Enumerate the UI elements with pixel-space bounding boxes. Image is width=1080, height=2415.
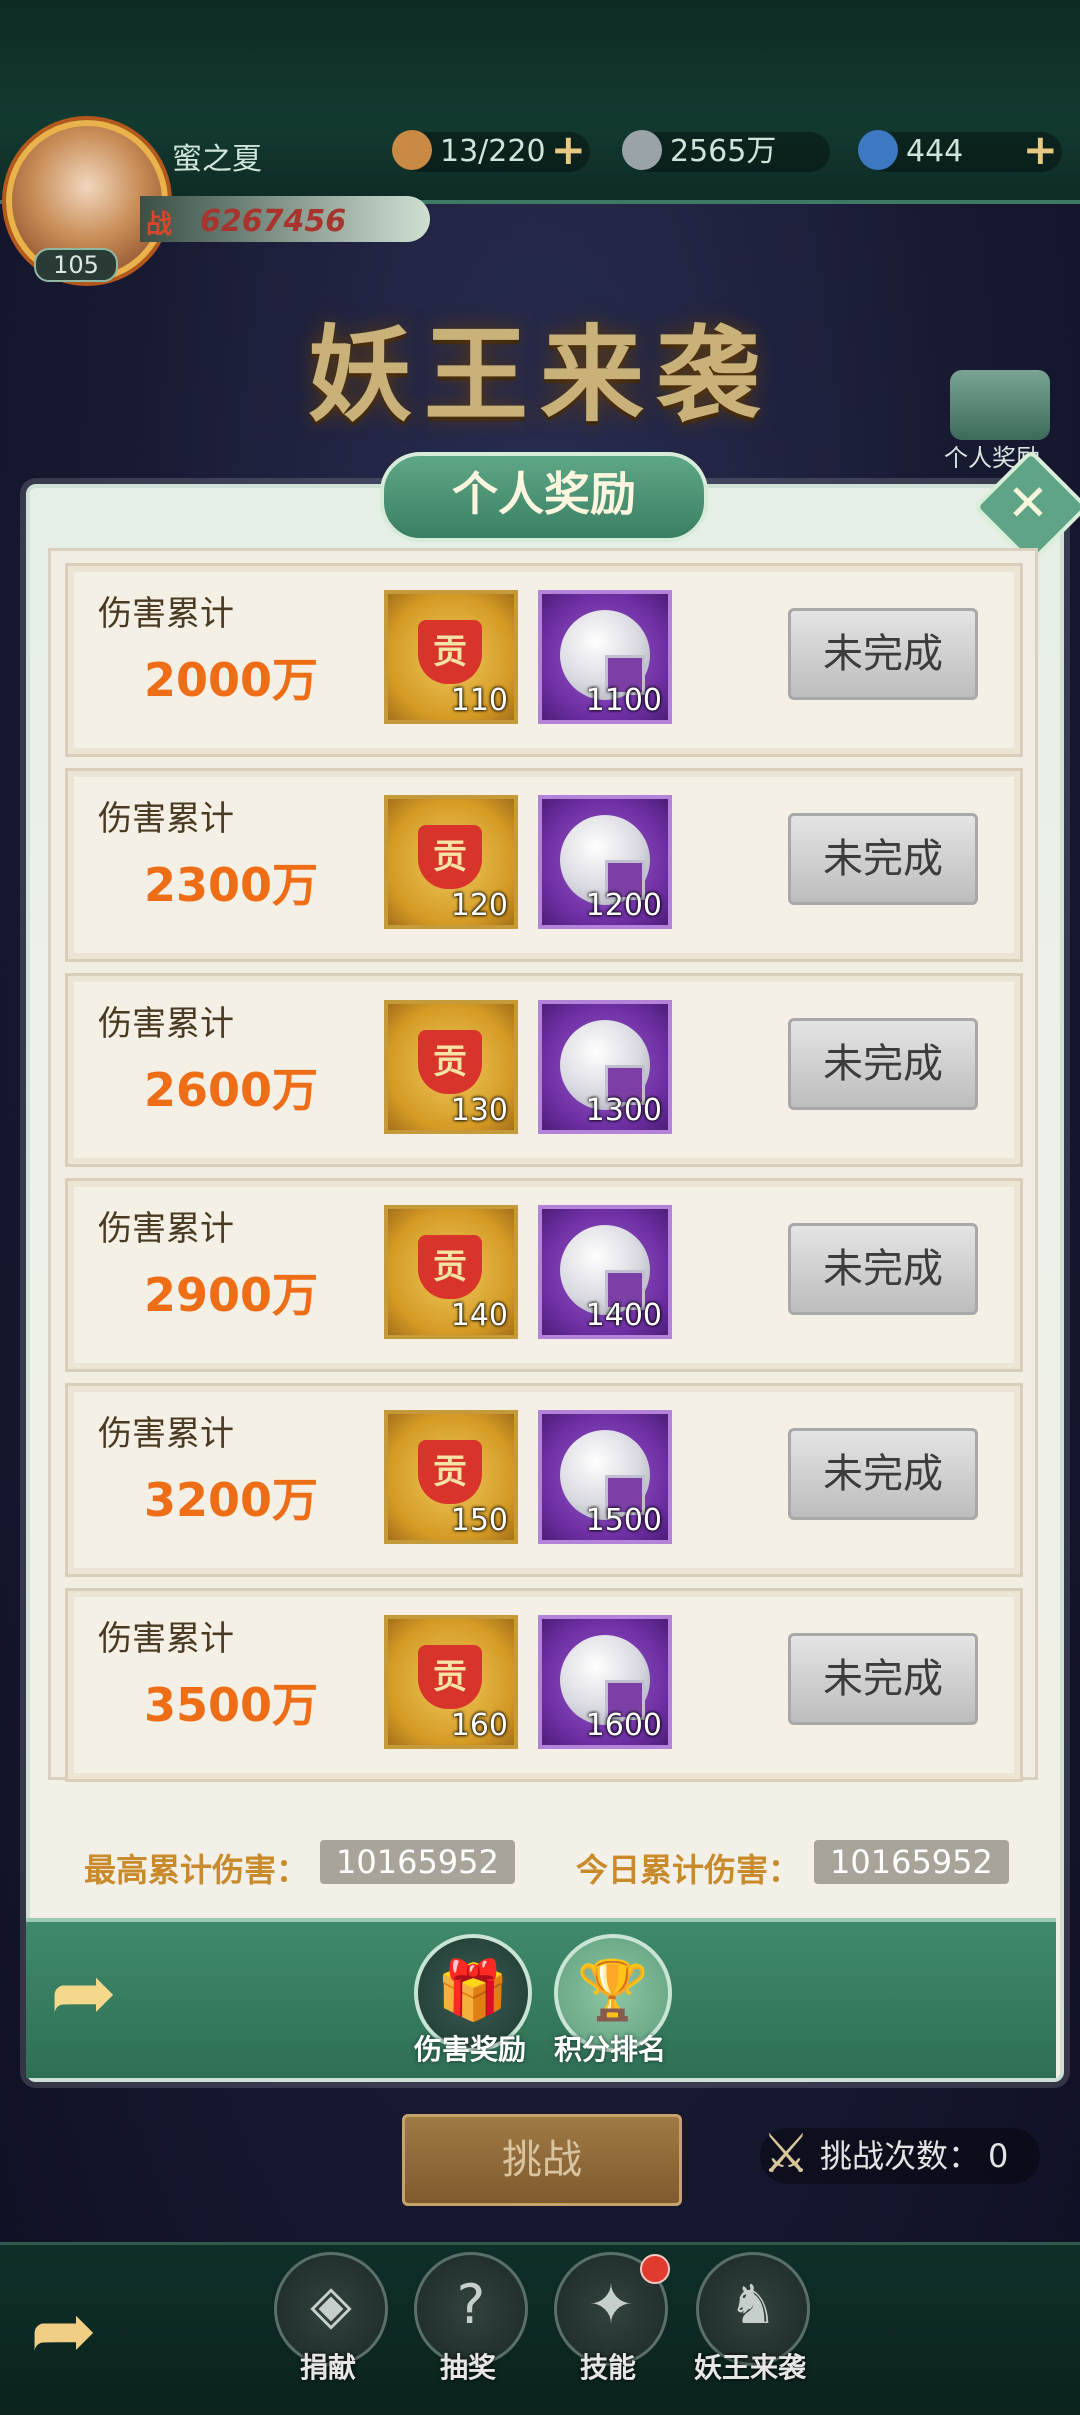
energy-icon xyxy=(858,130,898,170)
item-count: 1200 xyxy=(585,888,662,923)
row-label: 伤害累计 xyxy=(98,1619,234,1659)
resource-bun: 13/220 + xyxy=(392,129,590,172)
reward-row: 伤害累计 3200万 贡 150 1500 未完成 xyxy=(65,1383,1023,1577)
resource-coin: 2565万 xyxy=(622,130,830,172)
back-arrow-icon[interactable]: ➦ xyxy=(50,1953,150,2033)
item-count: 120 xyxy=(450,888,508,923)
crossed-swords-icon: ⚔ xyxy=(761,2122,811,2185)
player-name: 蜜之夏 xyxy=(172,142,262,177)
item-count: 1300 xyxy=(585,1093,662,1128)
nav-skill-label: 技能 xyxy=(579,2351,636,2384)
contribution-icon: 贡 xyxy=(418,1235,482,1299)
tab-score-ranking-label: 积分排名 xyxy=(553,2033,666,2066)
row-amount: 3200万 xyxy=(144,1473,319,1527)
row-label: 伤害累计 xyxy=(98,1414,234,1454)
status-button[interactable]: 未完成 xyxy=(788,1018,978,1110)
item-count: 1400 xyxy=(585,1298,662,1333)
nav-demon-king-label: 妖王来袭 xyxy=(693,2351,806,2384)
silver-coin-item[interactable]: 1100 xyxy=(538,590,672,724)
item-count: 160 xyxy=(450,1708,508,1743)
nav-back-icon[interactable]: ➦ xyxy=(30,2291,120,2371)
challenge-button[interactable]: 挑战 xyxy=(402,2114,682,2206)
row-amount: 2000万 xyxy=(144,653,319,707)
silver-coin-item[interactable]: 1300 xyxy=(538,1000,672,1134)
tab-damage-reward-label: 伤害奖励 xyxy=(413,2033,526,2066)
row-amount: 2300万 xyxy=(144,858,319,912)
contribution-item[interactable]: 贡 140 xyxy=(384,1205,518,1339)
status-button[interactable]: 未完成 xyxy=(788,1428,978,1520)
add-energy-button[interactable]: + xyxy=(1023,129,1058,171)
reward-row: 伤害累计 2000万 贡 110 1100 未完成 xyxy=(65,563,1023,757)
reward-row: 伤害累计 2600万 贡 130 1300 未完成 xyxy=(65,973,1023,1167)
contribution-icon: 贡 xyxy=(418,1030,482,1094)
row-label: 伤害累计 xyxy=(98,1004,234,1044)
add-bun-button[interactable]: + xyxy=(551,129,586,171)
status-button[interactable]: 未完成 xyxy=(788,813,978,905)
silver-coin-item[interactable]: 1600 xyxy=(538,1615,672,1749)
panel-title: 个人奖励 xyxy=(380,452,708,542)
coin-icon xyxy=(622,130,662,170)
power-value: 6267456 xyxy=(200,204,347,239)
attempts-value: 0 xyxy=(988,2137,1009,2175)
bun-icon xyxy=(392,130,432,170)
row-label: 伤害累计 xyxy=(98,799,234,839)
gift-icon: 🎁 xyxy=(436,1956,510,2024)
podium-icon: 🏆 xyxy=(576,1956,650,2024)
close-icon: ✕ xyxy=(1007,474,1049,532)
silver-coin-item[interactable]: 1500 xyxy=(538,1410,672,1544)
event-title: 妖王来袭 xyxy=(307,313,772,436)
attempts-label: 挑战次数： xyxy=(820,2137,981,2175)
challenge-attempts: ⚔ 挑战次数： 0 xyxy=(760,2122,1040,2185)
silver-coin-item[interactable]: 1200 xyxy=(538,795,672,929)
contribution-item[interactable]: 贡 110 xyxy=(384,590,518,724)
item-count: 110 xyxy=(450,683,508,718)
row-amount: 3500万 xyxy=(144,1678,319,1732)
resource-value: 2565万 xyxy=(670,134,777,169)
status-button[interactable]: 未完成 xyxy=(788,1633,978,1725)
chest-icon[interactable] xyxy=(950,370,1050,440)
notification-dot xyxy=(640,2254,670,2284)
contribution-icon: 贡 xyxy=(418,1645,482,1709)
item-count: 1500 xyxy=(585,1503,662,1538)
reward-row: 伤害累计 2300万 贡 120 1200 未完成 xyxy=(65,768,1023,962)
row-amount: 2900万 xyxy=(144,1268,319,1322)
item-count: 1600 xyxy=(585,1708,662,1743)
max-damage-value: 10165952 xyxy=(320,1840,515,1884)
item-count: 150 xyxy=(450,1503,508,1538)
row-amount: 2600万 xyxy=(144,1063,319,1117)
contribution-icon: 贡 xyxy=(418,620,482,684)
row-label: 伤害累计 xyxy=(98,594,234,634)
resource-value: 13/220 xyxy=(440,134,546,169)
row-label: 伤害累计 xyxy=(98,1209,234,1249)
donate-icon: ◈ xyxy=(310,2273,352,2336)
bottom-nav xyxy=(0,2242,1080,2415)
resource-value: 444 xyxy=(906,134,964,169)
contribution-icon: 贡 xyxy=(418,1440,482,1504)
power-tag: 战 xyxy=(146,210,173,240)
status-button[interactable]: 未完成 xyxy=(788,1223,978,1315)
item-count: 140 xyxy=(450,1298,508,1333)
today-damage-label: 今日累计伤害： xyxy=(576,1851,801,1889)
max-damage-label: 最高累计伤害： xyxy=(84,1851,309,1889)
resource-energy: 444 + xyxy=(858,129,1062,172)
contribution-item[interactable]: 贡 160 xyxy=(384,1615,518,1749)
today-damage-value: 10165952 xyxy=(814,1840,1009,1884)
contribution-item[interactable]: 贡 130 xyxy=(384,1000,518,1134)
reward-row: 伤害累计 3500万 贡 160 1600 未完成 xyxy=(65,1588,1023,1782)
nav-donate-label: 捐献 xyxy=(299,2351,356,2384)
item-count: 1100 xyxy=(585,683,662,718)
demon-king-icon: ♞ xyxy=(728,2273,778,2336)
status-button[interactable]: 未完成 xyxy=(788,608,978,700)
silver-coin-item[interactable]: 1400 xyxy=(538,1205,672,1339)
contribution-item[interactable]: 贡 150 xyxy=(384,1410,518,1544)
contribution-icon: 贡 xyxy=(418,825,482,889)
player-level: 105 xyxy=(34,248,118,282)
reward-row: 伤害累计 2900万 贡 140 1400 未完成 xyxy=(65,1178,1023,1372)
contribution-item[interactable]: 贡 120 xyxy=(384,795,518,929)
reward-list[interactable]: 伤害累计 2000万 贡 110 1100 未完成 伤害累计 2300万 贡 1… xyxy=(48,548,1038,1782)
lottery-icon: ? xyxy=(456,2273,486,2336)
item-count: 130 xyxy=(450,1093,508,1128)
nav-lottery-label: 抽奖 xyxy=(439,2351,496,2384)
